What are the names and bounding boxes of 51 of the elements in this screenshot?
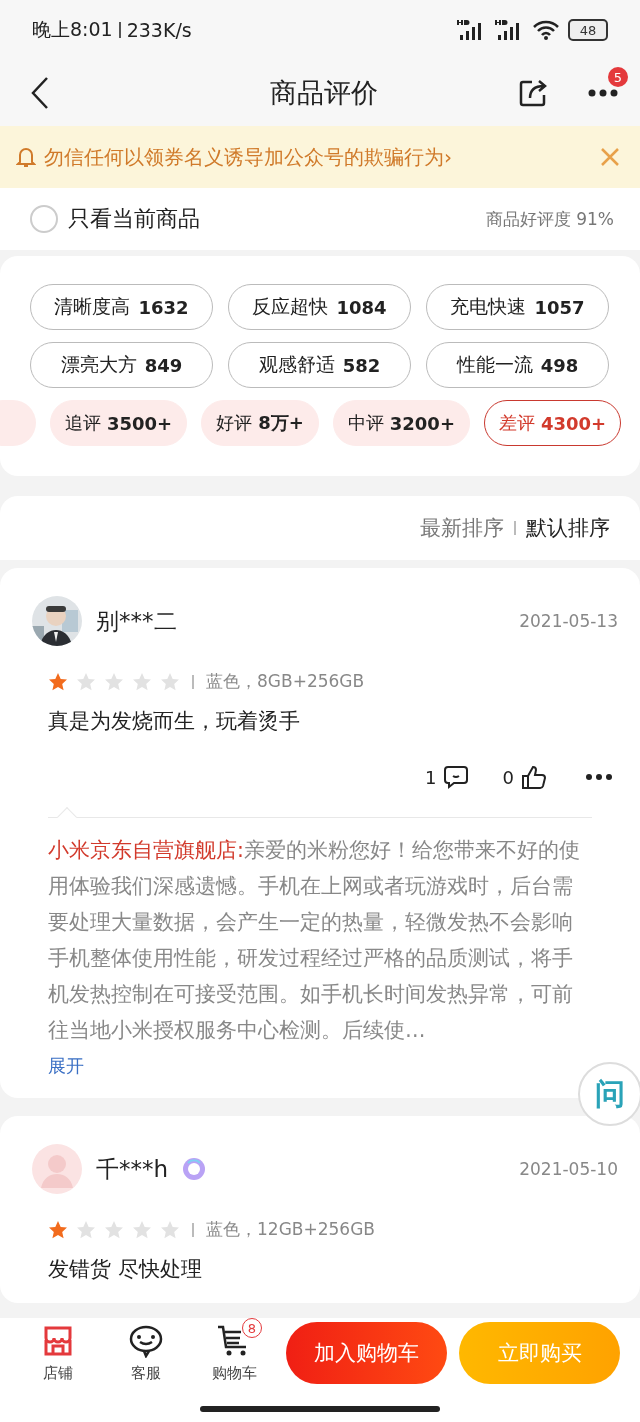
bell-icon xyxy=(16,146,36,168)
back-icon[interactable] xyxy=(30,76,50,110)
empty-star-icon xyxy=(160,671,180,692)
review-text: 发错货 尽快处理 xyxy=(47,1256,203,1283)
share-icon[interactable] xyxy=(518,78,548,108)
add-to-cart-button[interactable]: 加入购物车 xyxy=(286,1322,447,1384)
page-title: 商品评价 xyxy=(270,76,378,110)
cart-badge: 8 xyxy=(242,1318,262,1338)
network-speed: 233K/s xyxy=(126,19,192,41)
sort-option[interactable]: 默认排序 xyxy=(526,514,610,542)
more-icon[interactable] xyxy=(586,773,612,781)
thumbs-up-icon[interactable] xyxy=(520,763,548,791)
bottom-tab[interactable]: 客服 xyxy=(102,1318,190,1383)
reply-text: 小米京东自营旗舰店:亲爱的米粉您好！给您带来不好的使用体验我们深感遗憾。手机在上网或者玩游戏时，后台需要处理大量数据，会产生一定的热量，轻微发热不会影响手机整体使用性能，研发过程经过严格的品质测试，将手机发热控制在可接受范围。如手机长时间发热异常，可前往当地小米授权服务中心检测。后续使… xyxy=(48,837,581,1044)
empty-star-icon xyxy=(76,1219,96,1240)
more-icon[interactable] xyxy=(588,89,618,97)
empty-star-icon xyxy=(104,1219,124,1240)
bottom-tab[interactable]: 购物车 8 xyxy=(190,1318,278,1383)
bottom-tab[interactable]: 店铺 xyxy=(14,1318,102,1383)
review-date: 2021-05-13 xyxy=(519,611,618,631)
reviewer-name: 千***h xyxy=(96,1154,169,1184)
notification-badge: 5 xyxy=(608,67,628,87)
empty-star-icon xyxy=(76,671,96,692)
empty-star-icon xyxy=(160,1219,180,1240)
avatar-icon xyxy=(32,1144,82,1194)
comment-count: 1 xyxy=(425,766,437,788)
filter-tab[interactable]: 差评 4300+ xyxy=(484,400,622,446)
star-icon xyxy=(48,1219,68,1240)
filter-label: 只看当前商品 xyxy=(68,205,200,233)
status-time: 晚上8:01 xyxy=(32,17,113,42)
product-spec: 蓝色，12GB+256GB xyxy=(206,1218,375,1241)
empty-star-icon xyxy=(104,671,124,692)
filter-tab[interactable]: 中评 3200+ xyxy=(332,400,470,446)
filter-tab[interactable]: 好评 8万+ xyxy=(201,400,319,446)
wifi-icon xyxy=(532,19,560,41)
comment-icon[interactable] xyxy=(442,764,469,790)
product-spec: 蓝色，8GB+256GB xyxy=(206,670,365,693)
battery-icon: 48 xyxy=(568,19,608,41)
star-icon xyxy=(48,671,68,692)
positive-rating: 商品好评度 91% xyxy=(485,207,614,231)
reviewer-name: 别***二 xyxy=(96,606,177,636)
radio-button[interactable] xyxy=(30,205,58,233)
empty-star-icon xyxy=(132,671,152,692)
sort-option[interactable]: 最新排序 xyxy=(420,514,504,542)
chat-smile-icon xyxy=(128,1324,164,1358)
review-date: 2021-05-10 xyxy=(519,1159,618,1179)
like-count: 0 xyxy=(502,766,514,788)
filter-tab[interactable]: 追评 3500+ xyxy=(50,400,188,446)
empty-star-icon xyxy=(132,1219,152,1240)
expand-link[interactable]: 展开 xyxy=(48,1054,84,1078)
review-text: 真是为发烧而生，玩着烫手 xyxy=(47,708,301,735)
